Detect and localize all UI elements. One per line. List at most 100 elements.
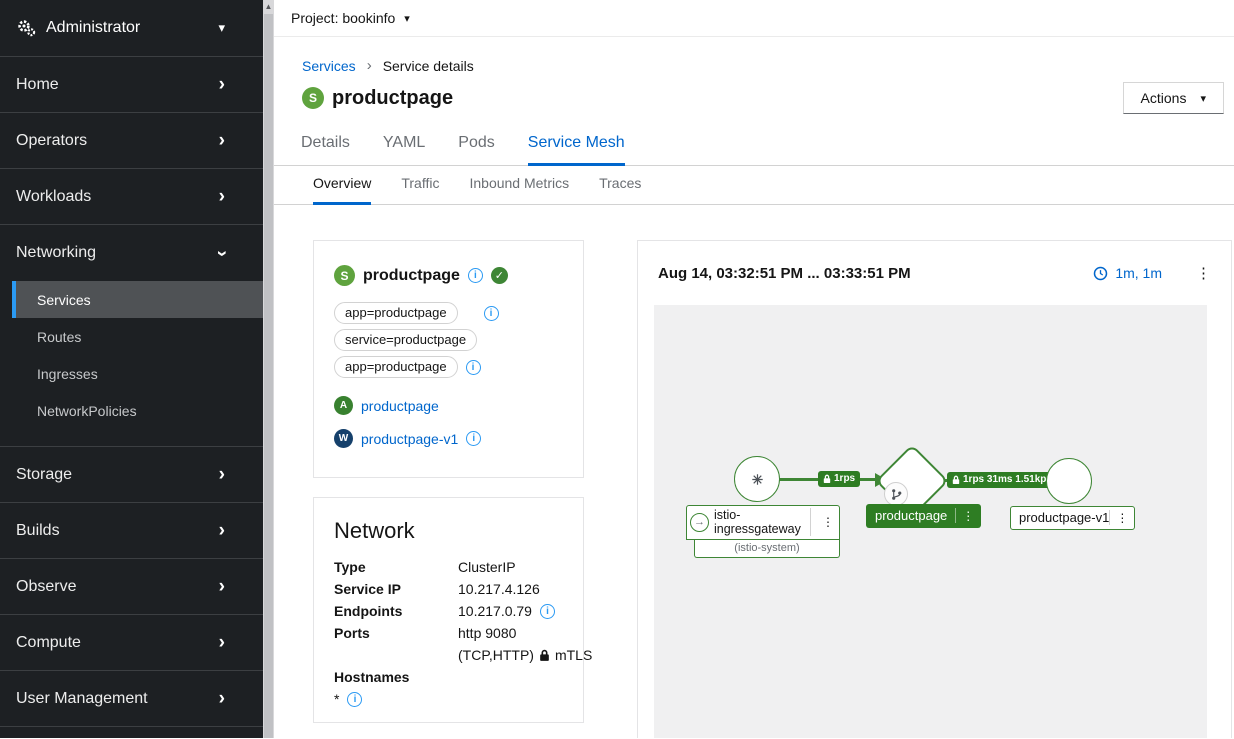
graph-node-istio-ingressgateway[interactable]	[734, 456, 780, 502]
sidebar-item-label: Operators	[16, 132, 87, 150]
sidebar-nav: Administrator ▾ Home › Operators › Workl…	[0, 0, 263, 738]
sidebar-item-routes[interactable]: Routes	[0, 318, 263, 355]
network-card-title: Network	[334, 518, 563, 544]
sidebar-item-operators[interactable]: Operators ›	[0, 113, 263, 169]
sidebar-item-services[interactable]: Services	[12, 281, 263, 318]
edge-traffic-label[interactable]: 1rps	[818, 471, 860, 487]
graph-node-productpage-v1[interactable]	[1046, 458, 1092, 504]
service-card-header: S productpage i ✓	[334, 265, 563, 286]
info-icon[interactable]: i	[466, 431, 481, 446]
chevron-right-icon: ›	[219, 577, 225, 596]
chevron-right-icon: ›	[219, 131, 225, 150]
application-link[interactable]: productpage	[361, 398, 439, 414]
time-range: Aug 14, 03:32:51 PM ... 03:33:51 PM	[658, 265, 911, 282]
application-row: A productpage	[334, 396, 563, 415]
endpoints-value: 10.217.0.79 i	[458, 603, 592, 619]
network-properties: Type ClusterIP Service IP 10.217.4.126 E…	[334, 559, 563, 707]
lock-icon	[952, 475, 960, 485]
ports-protocol-row: (TCP,HTTP) mTLS	[458, 647, 592, 663]
workload-node-label[interactable]: productpage-v1 ⋮	[1010, 506, 1135, 530]
sidebar-item-user-management[interactable]: User Management ›	[0, 671, 263, 727]
sidebar-subitem-label: Ingresses	[37, 366, 98, 382]
lock-icon	[539, 649, 550, 662]
ports-line1: http 9080	[458, 625, 516, 641]
mesh-graph-canvas[interactable]: 1rps 1rps 31ms 1.51kps → ist	[654, 305, 1207, 738]
workload-row: W productpage-v1 i	[334, 429, 563, 448]
scrollbar-up-arrow-icon[interactable]: ▲	[264, 2, 273, 11]
actions-dropdown-button[interactable]: Actions ▾	[1123, 82, 1224, 114]
label-pill: app=productpage	[334, 302, 458, 324]
workload-link[interactable]: productpage-v1	[361, 431, 458, 447]
info-icon[interactable]: i	[466, 360, 481, 375]
sidebar-item-workloads[interactable]: Workloads ›	[0, 169, 263, 225]
kebab-menu-icon[interactable]: ⋮	[962, 510, 974, 522]
sidebar-group-networking: Networking › Services Routes Ingresses N…	[0, 225, 263, 447]
main-content: Project: bookinfo ▾ Services › Service d…	[274, 0, 1234, 738]
divider	[955, 508, 956, 523]
sidebar-subitem-label: Services	[37, 292, 91, 308]
service-ip-label: Service IP	[334, 581, 458, 597]
mtls-label: mTLS	[555, 647, 592, 663]
kebab-menu-icon[interactable]: ⋮	[1196, 266, 1211, 281]
chevron-right-icon: ›	[219, 521, 225, 540]
sidebar-item-label: Home	[16, 76, 59, 94]
sidebar-item-compute[interactable]: Compute ›	[0, 615, 263, 671]
chevron-down-icon: ›	[212, 250, 231, 256]
service-mesh-panel: Aug 14, 03:32:51 PM ... 03:33:51 PM 1m, …	[637, 240, 1232, 738]
label-row: service=productpage	[334, 329, 563, 351]
label-row: app=productpage i	[334, 302, 563, 324]
info-icon[interactable]: i	[540, 604, 555, 619]
sidebar-item-observe[interactable]: Observe ›	[0, 559, 263, 615]
sidebar-item-ingresses[interactable]: Ingresses	[0, 355, 263, 392]
sidebar-item-home[interactable]: Home ›	[0, 57, 263, 113]
breadcrumb-separator-icon: ›	[367, 57, 372, 74]
refresh-interval[interactable]: 1m, 1m	[1115, 265, 1162, 281]
subtab-traces[interactable]: Traces	[599, 166, 641, 205]
service-name: productpage	[363, 267, 460, 285]
subtab-inbound-metrics[interactable]: Inbound Metrics	[469, 166, 569, 205]
service-node-name: productpage	[875, 508, 947, 523]
network-card: Network Type ClusterIP Service IP 10.217…	[313, 497, 584, 723]
divider	[810, 508, 811, 536]
tab-service-mesh[interactable]: Service Mesh	[528, 126, 625, 166]
breadcrumb-link-services[interactable]: Services	[302, 58, 356, 74]
sidebar-item-storage[interactable]: Storage ›	[0, 447, 263, 503]
chevron-right-icon: ›	[219, 75, 225, 94]
sidebar-next-item-partial	[0, 727, 263, 739]
tab-details[interactable]: Details	[301, 126, 350, 166]
sidebar-item-label: Networking	[16, 244, 96, 262]
gateway-label-row: → istio-ingressgateway ⋮	[686, 505, 840, 540]
tab-pods[interactable]: Pods	[458, 126, 494, 166]
branch-icon	[890, 488, 903, 501]
service-overview-card: S productpage i ✓ app=productpage i serv…	[313, 240, 584, 478]
content-scrollbar[interactable]: ▲	[263, 0, 274, 738]
project-selector[interactable]: Project: bookinfo	[291, 10, 395, 26]
workload-badge: W	[334, 429, 353, 448]
sidebar-item-networking[interactable]: Networking ›	[0, 225, 263, 281]
sidebar-item-builds[interactable]: Builds ›	[0, 503, 263, 559]
edge-traffic-label[interactable]: 1rps 31ms 1.51kps	[947, 472, 1057, 488]
page-title: productpage	[332, 87, 453, 110]
ports-protocol: (TCP,HTTP)	[458, 647, 534, 663]
sidebar-item-networkpolicies[interactable]: NetworkPolicies	[0, 392, 263, 429]
kebab-menu-icon[interactable]: ⋮	[822, 516, 834, 528]
subtab-overview[interactable]: Overview	[313, 166, 371, 205]
info-icon[interactable]: i	[468, 268, 483, 283]
subtab-traffic[interactable]: Traffic	[401, 166, 439, 205]
info-icon[interactable]: i	[347, 692, 362, 707]
clock-icon	[1093, 266, 1108, 281]
label-row: app=productpage i	[334, 356, 563, 378]
perspective-switcher[interactable]: Administrator ▾	[0, 0, 263, 57]
page-header: Services › Service details S productpage…	[274, 37, 1234, 114]
service-node-label[interactable]: productpage ⋮	[866, 504, 981, 528]
scrollbar-thumb[interactable]	[264, 14, 273, 738]
spacer	[334, 647, 458, 663]
gateway-node-label[interactable]: → istio-ingressgateway ⋮ (istio-system)	[686, 505, 840, 558]
lock-icon	[823, 474, 831, 484]
tab-yaml[interactable]: YAML	[383, 126, 425, 166]
caret-down-icon[interactable]: ▾	[404, 12, 410, 25]
sidebar-item-label: Builds	[16, 522, 60, 540]
kebab-menu-icon[interactable]: ⋮	[1116, 512, 1128, 524]
hostnames-label: Hostnames	[334, 669, 592, 685]
info-icon[interactable]: i	[484, 306, 499, 321]
